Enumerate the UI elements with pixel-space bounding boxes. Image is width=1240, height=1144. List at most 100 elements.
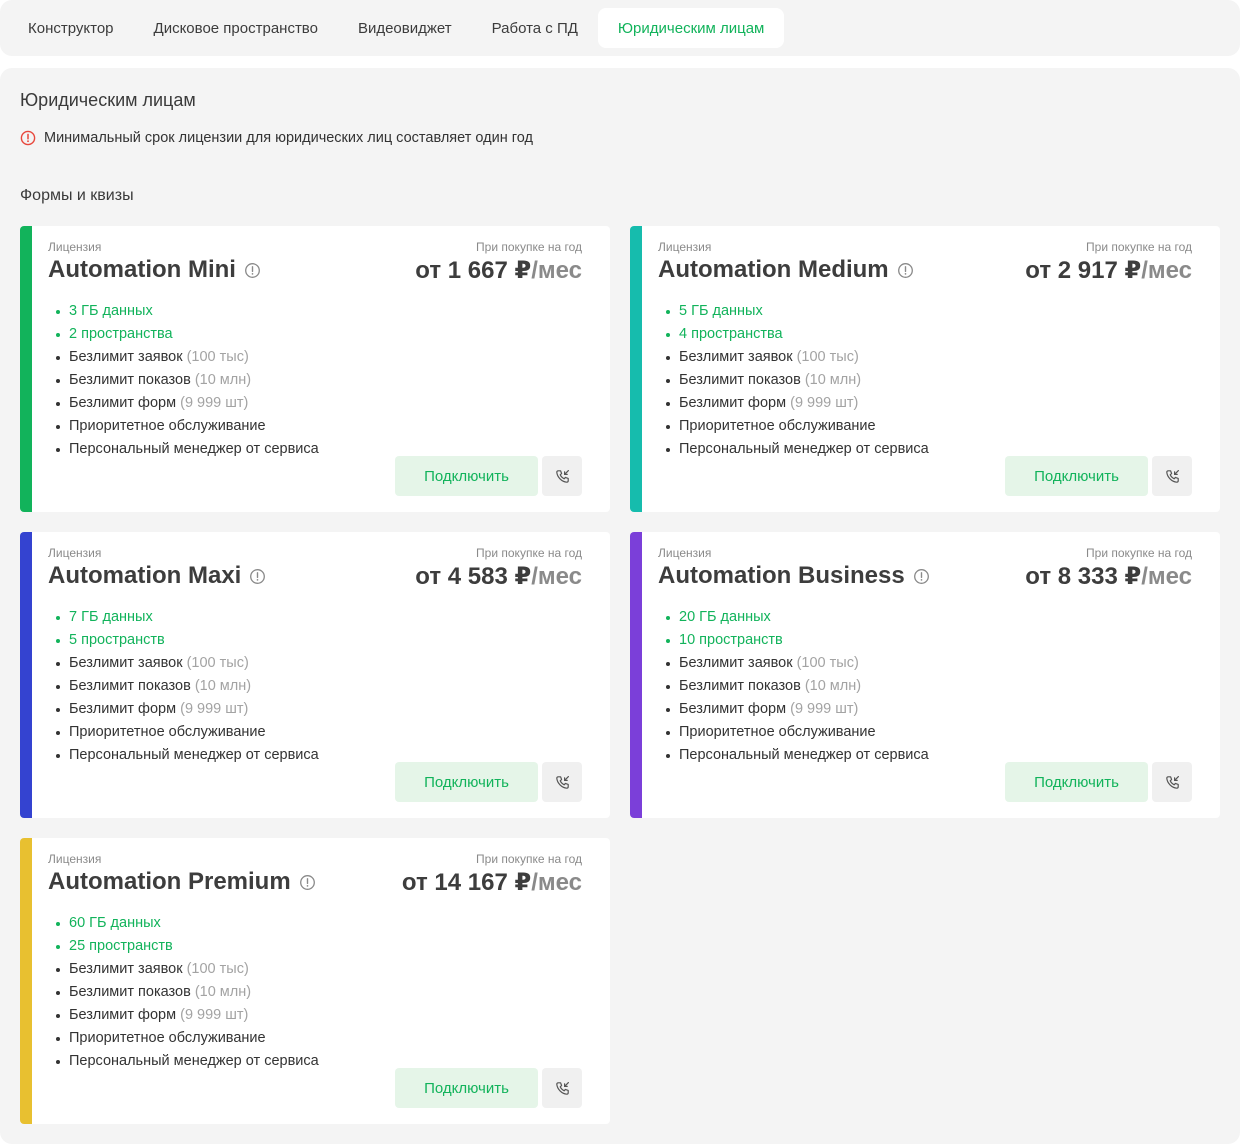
price-value: от 14 167 ₽ xyxy=(401,869,532,896)
feature-text: 60 ГБ данных xyxy=(69,915,161,931)
feature-text: Безлимит заявок xyxy=(69,349,183,365)
feature-item: Безлимит показов (10 млн) xyxy=(666,675,929,698)
feature-item: Безлимит заявок (100 тыс) xyxy=(666,652,929,675)
tab-personal-data[interactable]: Работа с ПД xyxy=(472,8,598,48)
feature-note: (9 999 шт) xyxy=(790,395,859,411)
info-icon[interactable] xyxy=(299,874,316,891)
plan-price: от 8 333 ₽/мес xyxy=(1025,562,1192,591)
feature-list: 7 ГБ данных 5 пространств Безлимит заявок … xyxy=(56,606,319,767)
feature-text: Персональный менеджер от сервиса xyxy=(679,441,929,457)
connect-button[interactable]: Подключить xyxy=(395,762,538,802)
callback-button[interactable] xyxy=(542,762,582,802)
feature-item: 4 пространства xyxy=(666,323,929,346)
feature-text: 5 ГБ данных xyxy=(679,303,763,319)
plan-name: Automation Premium xyxy=(48,868,316,896)
plan-name-text: Automation Medium xyxy=(658,256,889,283)
callback-button[interactable] xyxy=(542,456,582,496)
feature-note: (100 тыс) xyxy=(186,349,249,365)
feature-item: Приоритетное обслуживание xyxy=(56,721,319,744)
plan-name-text: Automation Mini xyxy=(48,256,236,283)
callback-button[interactable] xyxy=(1152,456,1192,496)
license-label: Лицензия xyxy=(48,240,102,254)
year-purchase-label: При покупке на год xyxy=(1086,240,1192,254)
feature-item: Безлимит показов (10 млн) xyxy=(666,369,929,392)
tab-video-widget[interactable]: Видеовиджет xyxy=(338,8,472,48)
feature-text: Персональный менеджер от сервиса xyxy=(69,441,319,457)
price-unit: /мес xyxy=(531,257,582,284)
phone-callback-icon xyxy=(555,469,569,483)
feature-list: 60 ГБ данных 25 пространств Безлимит заяво… xyxy=(56,912,319,1073)
feature-text: Персональный менеджер от сервиса xyxy=(679,747,929,763)
info-icon[interactable] xyxy=(244,262,261,279)
callback-button[interactable] xyxy=(1152,762,1192,802)
feature-text: 25 пространств xyxy=(69,938,173,954)
year-purchase-label: При покупке на год xyxy=(476,546,582,560)
plan-price: от 2 917 ₽/мес xyxy=(1025,256,1192,285)
feature-note: (100 тыс) xyxy=(186,961,249,977)
plan-price: от 4 583 ₽/мес xyxy=(415,562,582,591)
plan-card: Лицензия Automation Business При покупке н… xyxy=(630,532,1220,818)
connect-button[interactable]: Подключить xyxy=(1005,456,1148,496)
tab-legal-entities[interactable]: Юридическим лицам xyxy=(597,8,785,48)
plan-card: Лицензия Automation Mini При покупке на го… xyxy=(20,226,610,512)
page-title: Юридическим лицам xyxy=(20,90,196,110)
plan-color-strip xyxy=(630,532,642,818)
feature-item: Безлимит форм (9 999 шт) xyxy=(666,698,929,721)
plan-name-text: Automation Business xyxy=(658,562,905,589)
feature-text: Приоритетное обслуживание xyxy=(679,724,876,740)
plan-price: от 1 667 ₽/мес xyxy=(415,256,582,285)
feature-text: 3 ГБ данных xyxy=(69,303,153,319)
plan-name: Automation Medium xyxy=(658,256,914,284)
feature-item: Персональный менеджер от сервиса xyxy=(666,744,929,767)
feature-item: Приоритетное обслуживание xyxy=(666,415,929,438)
feature-text: Приоритетное обслуживание xyxy=(69,418,266,434)
phone-callback-icon xyxy=(555,775,569,789)
feature-text: Безлимит форм xyxy=(679,701,787,717)
plan-name: Automation Business xyxy=(658,562,930,590)
feature-item: Персональный менеджер от сервиса xyxy=(56,1050,319,1073)
year-purchase-label: При покупке на год xyxy=(476,852,582,866)
feature-item: Персональный менеджер от сервиса xyxy=(56,744,319,767)
feature-item: Безлимит показов (10 млн) xyxy=(56,369,319,392)
price-value: от 8 333 ₽ xyxy=(1025,563,1142,590)
feature-item: Безлимит форм (9 999 шт) xyxy=(56,1004,319,1027)
year-purchase-label: При покупке на год xyxy=(476,240,582,254)
plan-card: Лицензия Automation Premium При покупке на… xyxy=(20,838,610,1124)
info-icon[interactable] xyxy=(913,568,930,585)
feature-list: 3 ГБ данных 2 пространства Безлимит заявок… xyxy=(56,300,319,461)
feature-list: 5 ГБ данных 4 пространства Безлимит заявок… xyxy=(666,300,929,461)
feature-item: Приоритетное обслуживание xyxy=(56,415,319,438)
price-unit: /мес xyxy=(1141,563,1192,590)
feature-note: (9 999 шт) xyxy=(180,395,249,411)
feature-text: Безлимит форм xyxy=(679,395,787,411)
connect-button[interactable]: Подключить xyxy=(395,456,538,496)
feature-note: (100 тыс) xyxy=(796,349,859,365)
license-notice: Минимальный срок лицензии для юридически… xyxy=(20,130,533,146)
plan-name-text: Automation Maxi xyxy=(48,562,242,589)
plan-card: Лицензия Automation Medium При покупке на … xyxy=(630,226,1220,512)
feature-item: Безлимит форм (9 999 шт) xyxy=(666,392,929,415)
callback-button[interactable] xyxy=(542,1068,582,1108)
price-unit: /мес xyxy=(1141,257,1192,284)
info-icon[interactable] xyxy=(897,262,914,279)
tab-disk-space[interactable]: Дисковое пространство xyxy=(134,8,338,48)
plan-color-strip xyxy=(20,838,32,1124)
feature-note: (10 млн) xyxy=(804,372,862,388)
feature-item: Безлимит заявок (100 тыс) xyxy=(56,958,319,981)
plan-color-strip xyxy=(20,226,32,512)
plan-price: от 14 167 ₽/мес xyxy=(402,868,582,897)
feature-item: Безлимит заявок (100 тыс) xyxy=(56,652,319,675)
plan-color-strip xyxy=(630,226,642,512)
info-icon[interactable] xyxy=(249,568,266,585)
feature-item: 7 ГБ данных xyxy=(56,606,319,629)
connect-button[interactable]: Подключить xyxy=(1005,762,1148,802)
feature-note: (9 999 шт) xyxy=(180,701,249,717)
feature-text: 7 ГБ данных xyxy=(69,609,153,625)
feature-item: 5 ГБ данных xyxy=(666,300,929,323)
tab-konstruktor[interactable]: Конструктор xyxy=(8,8,134,48)
connect-button[interactable]: Подключить xyxy=(395,1068,538,1108)
price-value: от 1 667 ₽ xyxy=(415,257,532,284)
feature-text: Безлимит показов xyxy=(69,984,191,1000)
feature-text: Безлимит показов xyxy=(679,372,801,388)
price-value: от 4 583 ₽ xyxy=(415,563,532,590)
